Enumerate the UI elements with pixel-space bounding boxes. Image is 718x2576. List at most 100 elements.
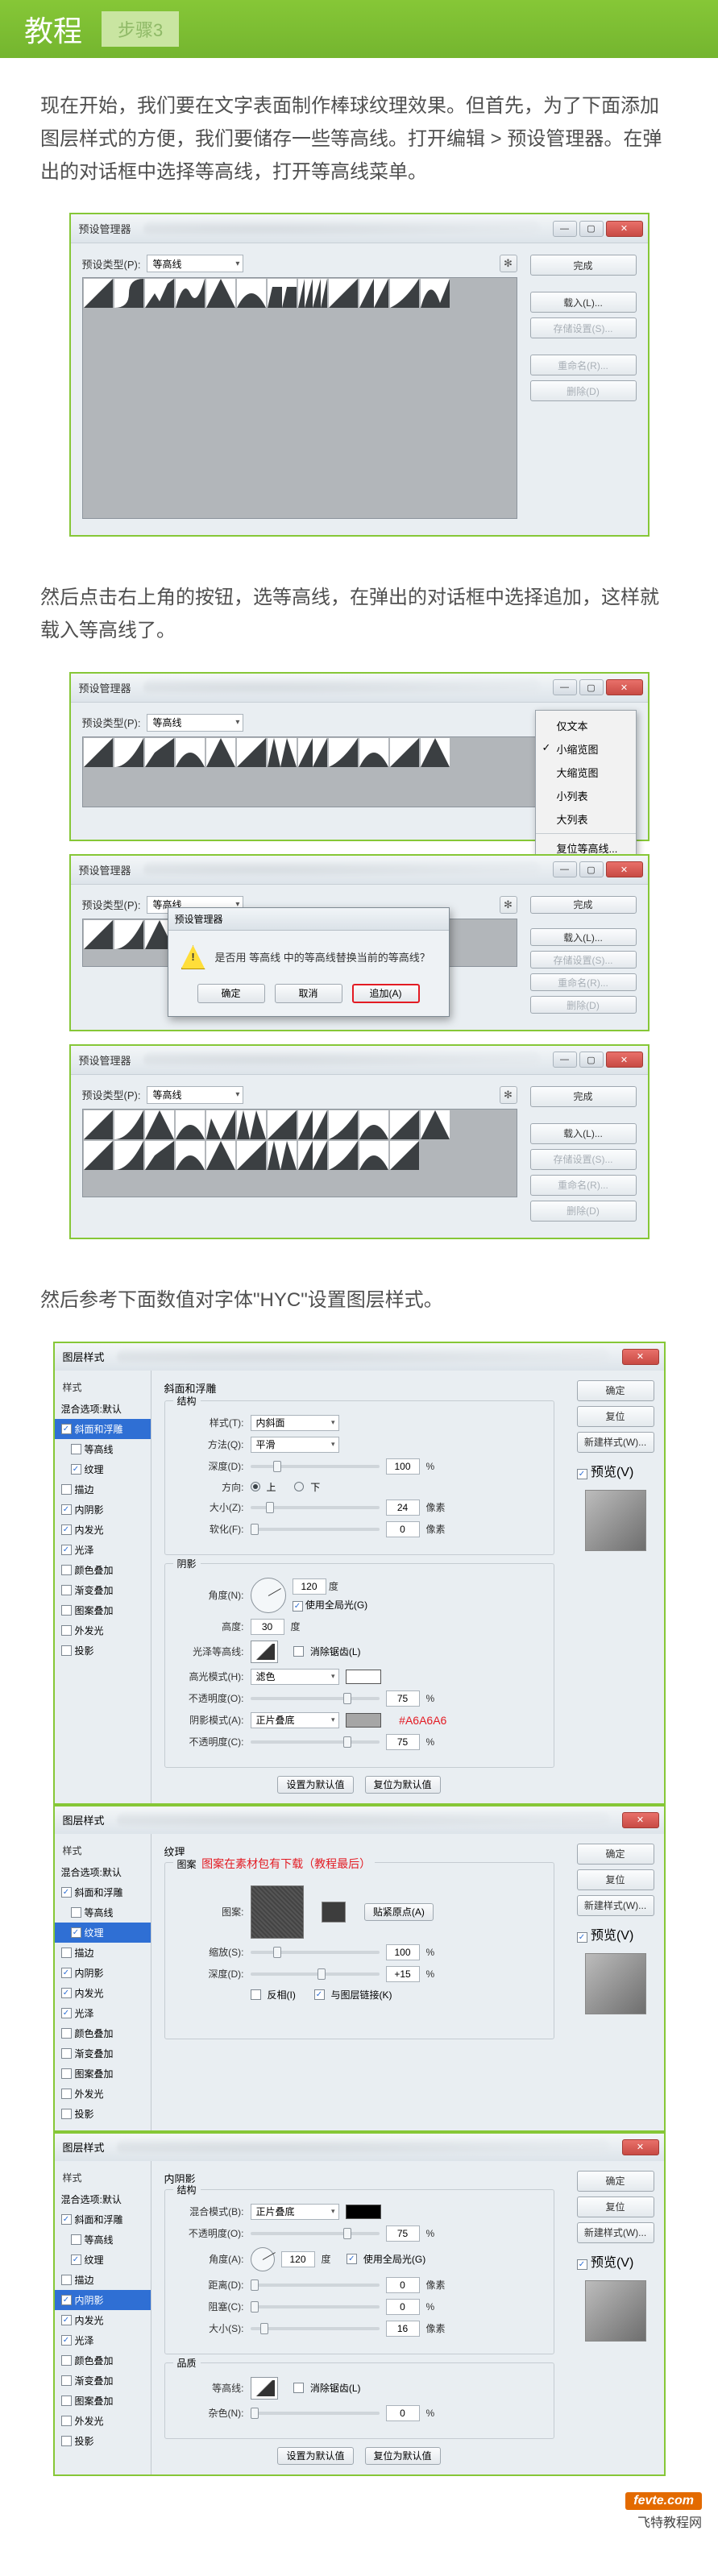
shadow-color-swatch[interactable]	[346, 1713, 381, 1728]
done-button[interactable]: 完成	[530, 1086, 637, 1107]
rename-button[interactable]: 重命名(R)...	[530, 355, 637, 375]
antialias-checkbox[interactable]	[293, 2383, 304, 2393]
depth-input[interactable]: 100	[386, 1458, 420, 1475]
style-patternoverlay[interactable]: 图案叠加	[55, 1600, 151, 1620]
blending-options-row[interactable]: 混合选项:默认	[55, 1399, 151, 1419]
bevel-style-dropdown[interactable]: 内斜面	[251, 1415, 339, 1431]
reset-default-button[interactable]: 复位为默认值	[365, 1776, 441, 1794]
scale-slider[interactable]	[251, 1951, 380, 1954]
flyout-large-list[interactable]: 大列表	[536, 807, 636, 831]
close-button[interactable]: ✕	[606, 861, 643, 877]
gear-icon[interactable]: ✻	[500, 1086, 517, 1104]
distance-slider[interactable]	[251, 2284, 380, 2287]
style-innerglow[interactable]: 内发光	[55, 1520, 151, 1540]
close-button[interactable]: ✕	[622, 2139, 659, 2155]
preset-type-dropdown[interactable]: 等高线	[147, 255, 243, 272]
reset-default-button[interactable]: 复位为默认值	[365, 2447, 441, 2465]
style-stroke[interactable]: 描边	[55, 1479, 151, 1500]
angle-input[interactable]: 120	[281, 2251, 315, 2267]
maximize-button[interactable]: ▢	[579, 1052, 604, 1068]
style-bevel[interactable]: 斜面和浮雕	[55, 2209, 151, 2230]
contour-swatches[interactable]	[82, 277, 517, 519]
style-satin[interactable]: 光泽	[55, 1540, 151, 1560]
style-gradientoverlay[interactable]: 渐变叠加	[55, 2043, 151, 2064]
close-button[interactable]: ✕	[606, 221, 643, 237]
flyout-text-only[interactable]: 仅文本	[536, 714, 636, 737]
global-light-checkbox[interactable]	[293, 1601, 303, 1612]
bevel-technique-dropdown[interactable]: 平滑	[251, 1437, 339, 1453]
angle-input[interactable]: 120	[293, 1578, 326, 1595]
style-innerglow[interactable]: 内发光	[55, 1983, 151, 2003]
delete-button[interactable]: 删除(D)	[530, 1201, 637, 1222]
opacity-input[interactable]: 75	[386, 2225, 420, 2242]
ok-button[interactable]: 确定	[577, 1844, 654, 1865]
style-satin[interactable]: 光泽	[55, 2003, 151, 2023]
angle-dial[interactable]	[251, 2247, 275, 2271]
contour-swatches[interactable]	[82, 1109, 517, 1197]
minimize-button[interactable]: —	[553, 679, 577, 695]
rename-button[interactable]: 重命名(R)...	[530, 1175, 637, 1196]
flyout-small-thumb[interactable]: 小缩览图	[536, 737, 636, 761]
antialias-checkbox[interactable]	[293, 1646, 304, 1657]
shadow-opacity-slider[interactable]	[251, 1740, 380, 1744]
delete-button[interactable]: 删除(D)	[530, 380, 637, 401]
style-texture[interactable]: 纹理	[55, 2250, 151, 2270]
style-coloroverlay[interactable]: 颜色叠加	[55, 2350, 151, 2371]
style-coloroverlay[interactable]: 颜色叠加	[55, 2023, 151, 2043]
maximize-button[interactable]: ▢	[579, 861, 604, 877]
depth-slider[interactable]	[251, 1465, 380, 1468]
load-button[interactable]: 载入(L)...	[530, 1123, 637, 1144]
preview-checkbox[interactable]	[577, 1932, 587, 1943]
ok-button[interactable]: 确定	[577, 2171, 654, 2192]
style-outerglow[interactable]: 外发光	[55, 2084, 151, 2104]
close-button[interactable]: ✕	[622, 1349, 659, 1365]
style-innerglow[interactable]: 内发光	[55, 2310, 151, 2330]
altitude-input[interactable]: 30	[251, 1619, 284, 1635]
maximize-button[interactable]: ▢	[579, 679, 604, 695]
style-contour[interactable]: 等高线	[55, 1439, 151, 1459]
style-coloroverlay[interactable]: 颜色叠加	[55, 1560, 151, 1580]
maximize-button[interactable]: ▢	[579, 221, 604, 237]
highlight-mode-dropdown[interactable]: 滤色	[251, 1669, 339, 1685]
make-default-button[interactable]: 设置为默认值	[277, 1776, 353, 1794]
style-dropshadow[interactable]: 投影	[55, 2104, 151, 2124]
direction-down-radio[interactable]	[294, 1482, 304, 1491]
style-texture[interactable]: 纹理	[55, 1923, 151, 1943]
new-style-button[interactable]: 新建样式(W)...	[577, 2222, 654, 2243]
style-patternoverlay[interactable]: 图案叠加	[55, 2391, 151, 2411]
style-stroke[interactable]: 描边	[55, 2270, 151, 2290]
minimize-button[interactable]: —	[553, 1052, 577, 1068]
save-set-button[interactable]: 存储设置(S)...	[530, 951, 637, 969]
style-bevel[interactable]: 斜面和浮雕	[55, 1419, 151, 1439]
ok-button[interactable]: 确定	[577, 1380, 654, 1401]
style-gradientoverlay[interactable]: 渐变叠加	[55, 1580, 151, 1600]
style-patternoverlay[interactable]: 图案叠加	[55, 2064, 151, 2084]
soften-slider[interactable]	[251, 1528, 380, 1531]
noise-input[interactable]: 0	[386, 2405, 420, 2421]
save-set-button[interactable]: 存储设置(S)...	[530, 317, 637, 338]
depth-input[interactable]: +15	[386, 1966, 420, 1982]
gear-icon[interactable]: ✻	[500, 896, 517, 914]
delete-button[interactable]: 删除(D)	[530, 996, 637, 1014]
new-style-button[interactable]: 新建样式(W)...	[577, 1432, 654, 1453]
preview-checkbox[interactable]	[577, 1469, 587, 1479]
load-button[interactable]: 载入(L)...	[530, 928, 637, 946]
make-default-button[interactable]: 设置为默认值	[277, 2447, 353, 2465]
confirm-ok-button[interactable]: 确定	[197, 984, 265, 1003]
direction-up-radio[interactable]	[251, 1482, 260, 1491]
preset-type-dropdown[interactable]: 等高线	[147, 714, 243, 732]
choke-slider[interactable]	[251, 2305, 380, 2308]
preview-checkbox[interactable]	[577, 2259, 587, 2270]
noise-slider[interactable]	[251, 2412, 380, 2415]
soften-input[interactable]: 0	[386, 1521, 420, 1537]
reset-button[interactable]: 复位	[577, 1406, 654, 1427]
size-input[interactable]: 24	[386, 1500, 420, 1516]
choke-input[interactable]: 0	[386, 2299, 420, 2315]
reset-button[interactable]: 复位	[577, 2196, 654, 2217]
new-pattern-icon[interactable]	[322, 1902, 346, 1923]
snap-origin-button[interactable]: 贴紧原点(A)	[364, 1903, 434, 1921]
shadow-color-swatch[interactable]	[346, 2205, 381, 2219]
distance-input[interactable]: 0	[386, 2277, 420, 2293]
pattern-picker[interactable]	[251, 1885, 304, 1939]
shadow-opacity-input[interactable]: 75	[386, 1734, 420, 1750]
